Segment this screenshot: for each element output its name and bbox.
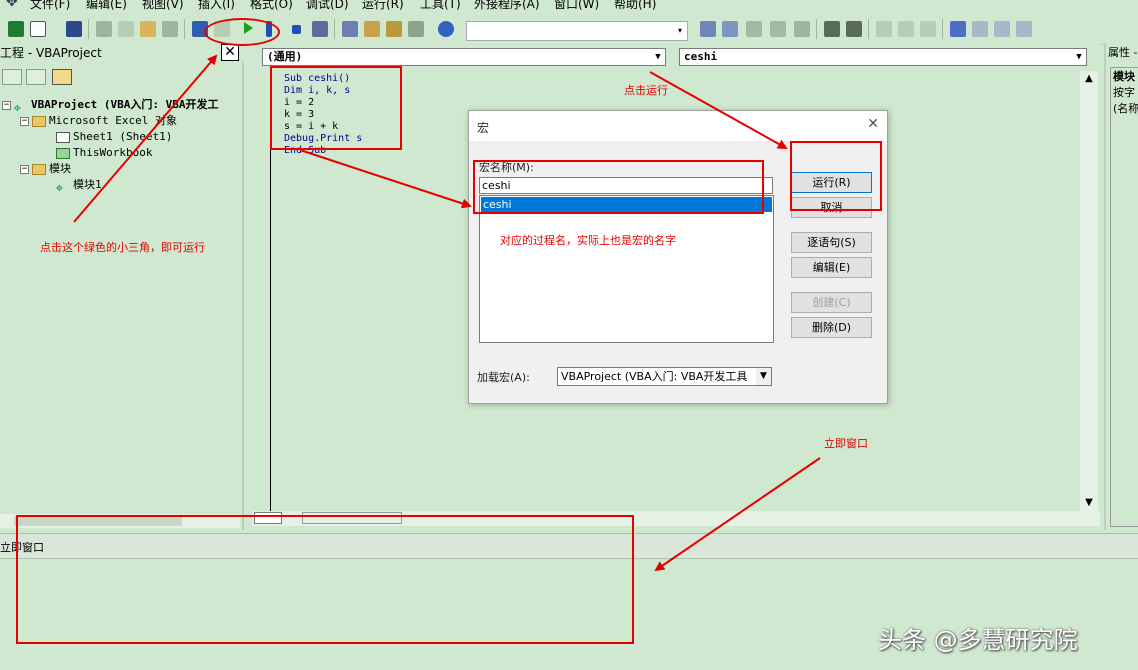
annotation-arrows [73, 54, 821, 572]
arrow-to-immediate [654, 457, 821, 572]
arrow-to-run-icon [73, 54, 218, 223]
note-procedure-name: 对应的过程名，实际上也是宏的名字 [500, 234, 676, 247]
arrow-to-macro-list [299, 149, 472, 209]
arrow-to-run-button [649, 71, 788, 149]
note-click-run: 点击运行 [624, 84, 668, 97]
note-green-triangle: 点击这个绿色的小三角，即可运行 [40, 241, 205, 254]
note-immediate-window: 立即窗口 [824, 437, 868, 450]
watermark: 头条 @多慧研究院 [878, 626, 1078, 654]
